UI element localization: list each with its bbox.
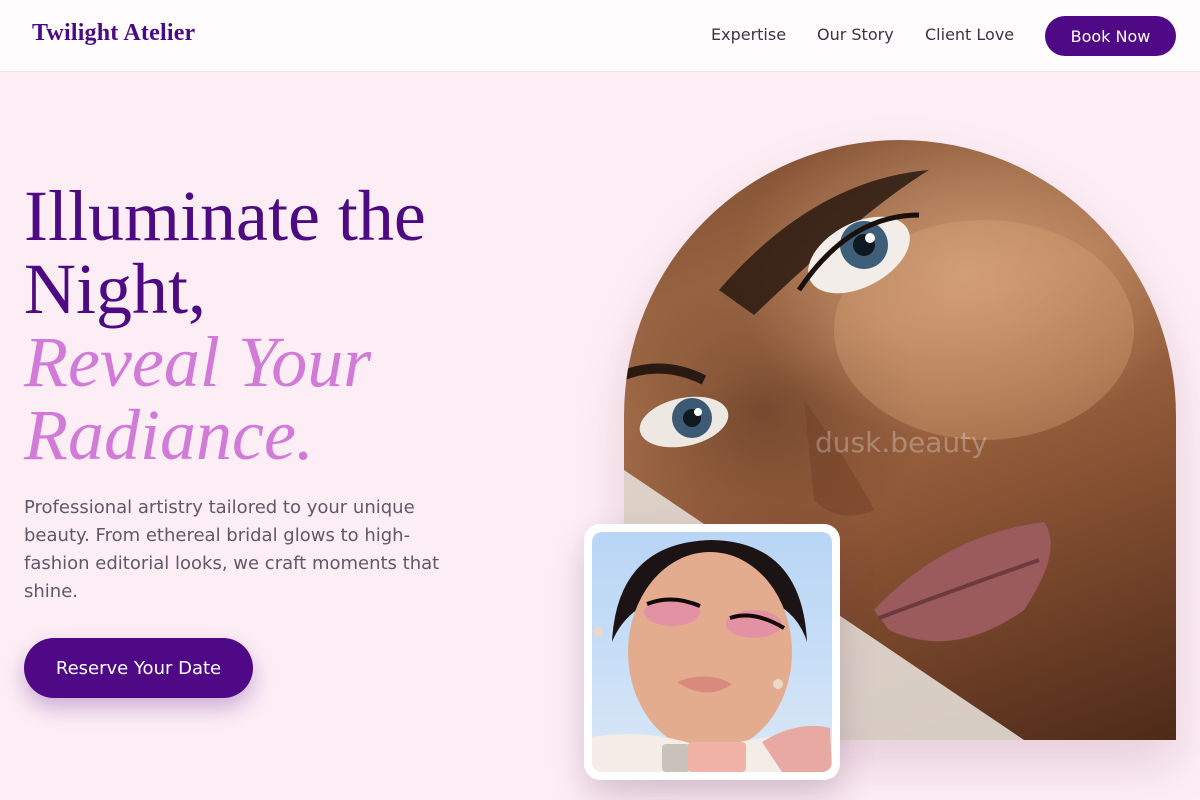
hero-headline: Illuminate the Night, Reveal Your Radian…: [24, 180, 544, 472]
headline-line-2: Night,: [24, 249, 207, 329]
inset-portrait-illustration: [592, 540, 832, 772]
reserve-date-button[interactable]: Reserve Your Date: [24, 638, 253, 698]
book-now-button[interactable]: Book Now: [1045, 16, 1176, 56]
image-watermark: dusk.beauty: [815, 426, 988, 459]
site-header: Twilight Atelier Expertise Our Story Cli…: [0, 0, 1200, 72]
hero-description: Professional artistry tailored to your u…: [24, 497, 440, 602]
headline-accent-line-1: Reveal Your: [24, 322, 372, 402]
nav-link-client-love[interactable]: Client Love: [925, 25, 1014, 44]
headline-accent-line-2: Radiance.: [24, 395, 314, 475]
brand-logo[interactable]: Twilight Atelier: [32, 20, 195, 47]
nav-link-our-story[interactable]: Our Story: [817, 25, 894, 44]
inset-makeup-photo: [592, 532, 832, 772]
inset-photo-card: [584, 524, 840, 780]
nav-link-expertise[interactable]: Expertise: [711, 25, 786, 44]
headline-line-1: Illuminate the: [24, 176, 426, 256]
